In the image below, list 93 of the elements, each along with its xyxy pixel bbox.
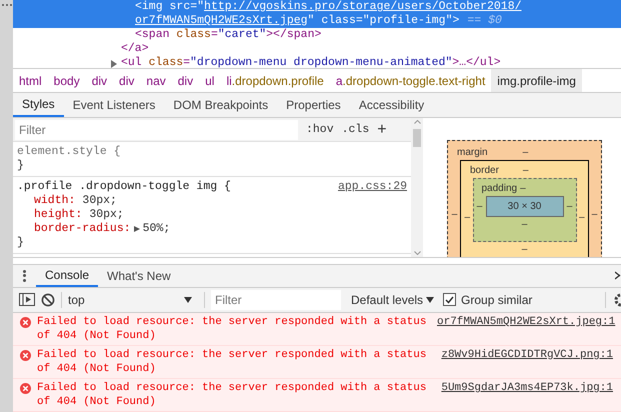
margin-left-value: – [450, 208, 458, 222]
border-label: border [470, 164, 499, 178]
padding-bottom-value: – [522, 218, 528, 232]
margin-right-value: – [590, 208, 598, 222]
property-name: border-radius: [34, 222, 131, 236]
markup-text: = [356, 14, 363, 27]
dropdown-caret-icon [426, 296, 434, 303]
breadcrumb-item[interactable]: a.dropdown-toggle.text-right [330, 69, 492, 92]
source-link[interactable]: app.css:29 [338, 180, 407, 194]
source-link[interactable]: 5Um9SgdarJA3ms4EP73k.jpg:1 [441, 381, 613, 396]
breadcrumb-item[interactable]: html [13, 69, 48, 92]
breadcrumb-item[interactable]: ul [199, 69, 220, 92]
group-similar-checkbox[interactable] [443, 293, 456, 306]
margin-top-value: – [522, 146, 528, 160]
markup-text: src [170, 0, 190, 13]
property-value: 50%; [142, 222, 170, 236]
rule-selector: .profile .dropdown-toggle img { [17, 180, 231, 194]
panel-tab[interactable]: Properties [277, 92, 350, 118]
markup-text: "caret" [218, 28, 266, 41]
context-select[interactable]: top [68, 290, 198, 309]
closing-brace: } [17, 236, 24, 250]
error-icon [20, 350, 31, 362]
markup-text: " [308, 14, 316, 27]
border-right-value: – [578, 211, 586, 226]
markup-text: "profile-img" [362, 14, 452, 27]
padding-right-value: – [566, 200, 574, 214]
padding-label: padding [482, 182, 518, 196]
more-vertical-icon[interactable] [23, 270, 26, 282]
add-rule-button[interactable]: + [377, 122, 387, 138]
drawer-tab[interactable]: What's New [98, 265, 180, 287]
error-message: Failed to load resource: the server responded with a status of 404 (Not Found) [37, 315, 428, 344]
class-toggle[interactable]: .cls [342, 121, 370, 138]
dropdown-caret-icon [184, 296, 192, 303]
markup-text: >…</ul> [452, 56, 501, 68]
markup-text: = [210, 28, 218, 41]
scrollbar-track[interactable] [411, 118, 423, 258]
breadcrumb-item[interactable]: img.profile-img [491, 69, 582, 92]
breadcrumb-item[interactable]: div [113, 69, 140, 92]
panel-tab[interactable]: Event Listeners [64, 92, 164, 118]
breadcrumb-item[interactable]: div [86, 69, 114, 92]
markup-text: =" [190, 0, 204, 13]
closing-brace: } [17, 159, 24, 174]
sidebar-toggle-icon[interactable] [19, 293, 35, 306]
clear-icon[interactable] [41, 292, 55, 307]
markup-text: > [452, 14, 460, 27]
styles-filter-field[interactable]: Filter [15, 120, 298, 140]
close-icon[interactable] [615, 271, 621, 280]
markup-text: class [176, 28, 211, 41]
padding-left-value: – [476, 200, 484, 214]
padding-top-value: – [520, 182, 526, 196]
markup-text: </a> [121, 42, 149, 55]
markup-text: <ul [121, 56, 143, 68]
markup-text: class [321, 14, 356, 27]
error-icon [20, 383, 31, 394]
markup-text: <span [135, 28, 171, 41]
property-name: height: [34, 208, 82, 222]
content-box: 30 × 30 [486, 196, 564, 218]
scrollbar-thumb[interactable] [413, 128, 421, 147]
rule-selector: element.style { [17, 145, 121, 160]
property-name: width: [34, 194, 76, 208]
console-filter-field[interactable]: Filter [211, 290, 341, 310]
panel-tab[interactable]: Accessibility [350, 92, 434, 118]
levels-dropdown[interactable]: Default levels [351, 290, 434, 309]
hover-state-toggle[interactable]: :hov [306, 121, 334, 138]
markup-text: <img [135, 0, 164, 13]
markup-text: = [183, 56, 190, 68]
border-bottom-value: – [522, 243, 528, 258]
markup-text: ></span> [266, 28, 322, 41]
error-message: Failed to load resource: the server responded with a status of 404 (Not Found) [37, 348, 428, 376]
breadcrumb-item[interactable]: nav [140, 69, 172, 92]
border-top-value: – [522, 164, 528, 178]
group-similar-label: Group similar [461, 292, 532, 309]
dollar-zero-marker: == $0 [467, 14, 502, 27]
error-icon [20, 317, 31, 328]
selected-dom-node[interactable]: <img src="http://vgoskins.pro/storage/users/October2018/ or7fMWAN5mQH2WE2sXrt.jpeg" class="profile-img"> == $0 [13, 0, 621, 28]
markup-text: class [148, 56, 184, 68]
settings-icon[interactable] [612, 292, 621, 307]
breadcrumb-item[interactable]: li.dropdown.profile [220, 69, 330, 92]
expand-triangle-icon[interactable] [134, 226, 140, 232]
markup-text: "dropdown-menu dropdown-menu-animated" [190, 56, 452, 68]
error-message: Failed to load resource: the server responded with a status of 404 (Not Found) [37, 381, 428, 410]
property-value: 30px; [82, 194, 117, 208]
border-left-value: – [463, 211, 472, 226]
url-link[interactable]: http://vgoskins.pro/storage/users/October2018/ [204, 0, 522, 13]
property-value: 30px; [89, 208, 124, 222]
breadcrumb-item[interactable]: body [48, 69, 86, 92]
panel-tab[interactable]: DOM Breakpoints [164, 92, 278, 118]
url-link[interactable]: or7fMWAN5mQH2WE2sXrt.jpeg [135, 14, 308, 27]
source-link[interactable]: z8Wv9HidEGCDIDTRgVCJ.png:1 [441, 348, 613, 362]
breadcrumb-item[interactable]: div [172, 69, 200, 92]
more-dots-icon[interactable] [2, 4, 12, 7]
source-link[interactable]: or7fMWAN5mQH2WE2sXrt.jpeg:1 [437, 315, 616, 330]
margin-label: margin [457, 146, 488, 160]
